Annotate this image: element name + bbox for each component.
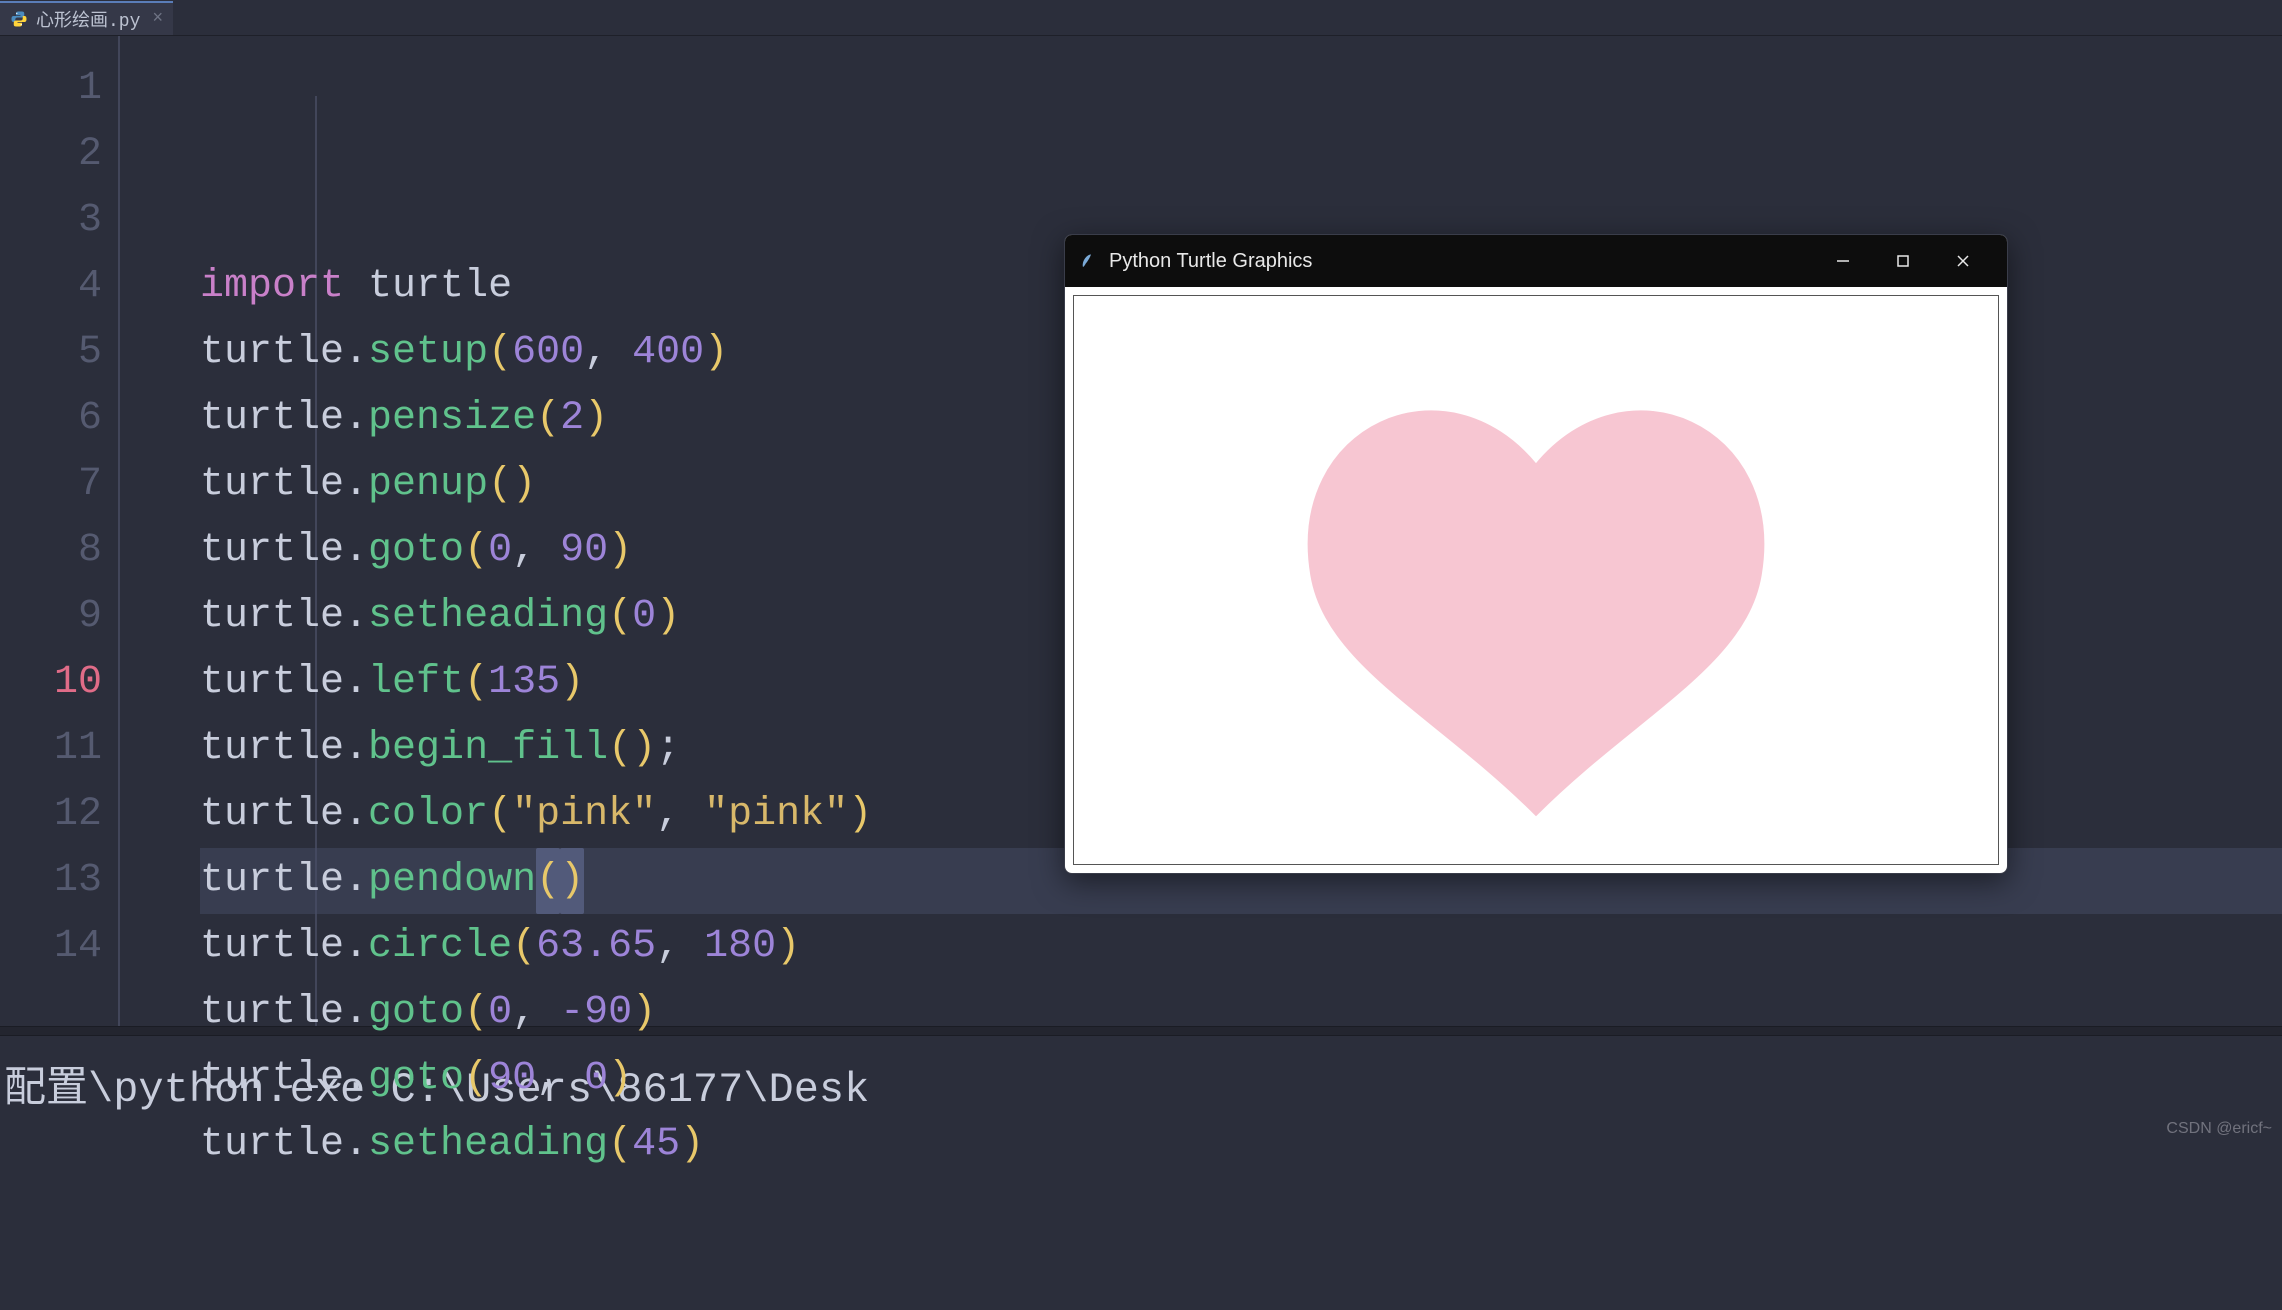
code-line[interactable]: turtle.setheading(45) [200, 1112, 2282, 1178]
python-file-icon [10, 10, 28, 28]
line-number: 4 [0, 254, 102, 320]
line-number: 6 [0, 386, 102, 452]
line-number: 14 [0, 914, 102, 980]
line-number: 10 [0, 650, 102, 716]
line-number: 2 [0, 122, 102, 188]
line-number: 9 [0, 584, 102, 650]
turtle-graphics-window[interactable]: Python Turtle Graphics [1064, 234, 2008, 874]
code-line[interactable]: turtle.goto(0, -90) [200, 980, 2282, 1046]
file-tab[interactable]: 心形绘画.py × [0, 1, 173, 35]
turtle-app-icon [1079, 251, 1099, 271]
editor-tab-bar: 心形绘画.py × [0, 0, 2282, 36]
turtle-window-titlebar[interactable]: Python Turtle Graphics [1065, 235, 2007, 287]
code-line[interactable]: turtle.goto(90, 0) [200, 1046, 2282, 1112]
line-number: 12 [0, 782, 102, 848]
minimize-button[interactable] [1813, 235, 1873, 287]
line-number: 3 [0, 188, 102, 254]
heart-shape [1309, 412, 1763, 814]
line-number: 1 [0, 56, 102, 122]
line-number: 11 [0, 716, 102, 782]
line-number-gutter: 1234567891011121314 [0, 36, 120, 1026]
turtle-canvas [1073, 295, 1999, 865]
line-number: 8 [0, 518, 102, 584]
line-number: 13 [0, 848, 102, 914]
code-line[interactable]: turtle.circle(63.65, 180) [200, 914, 2282, 980]
turtle-window-title: Python Turtle Graphics [1109, 250, 1312, 273]
line-number: 5 [0, 320, 102, 386]
maximize-button[interactable] [1873, 235, 1933, 287]
line-number: 7 [0, 452, 102, 518]
tab-close-icon[interactable]: × [148, 9, 163, 29]
tab-filename: 心形绘画.py [36, 6, 140, 32]
close-button[interactable] [1933, 235, 1993, 287]
watermark: CSDN @ericf~ [2166, 1120, 2272, 1138]
